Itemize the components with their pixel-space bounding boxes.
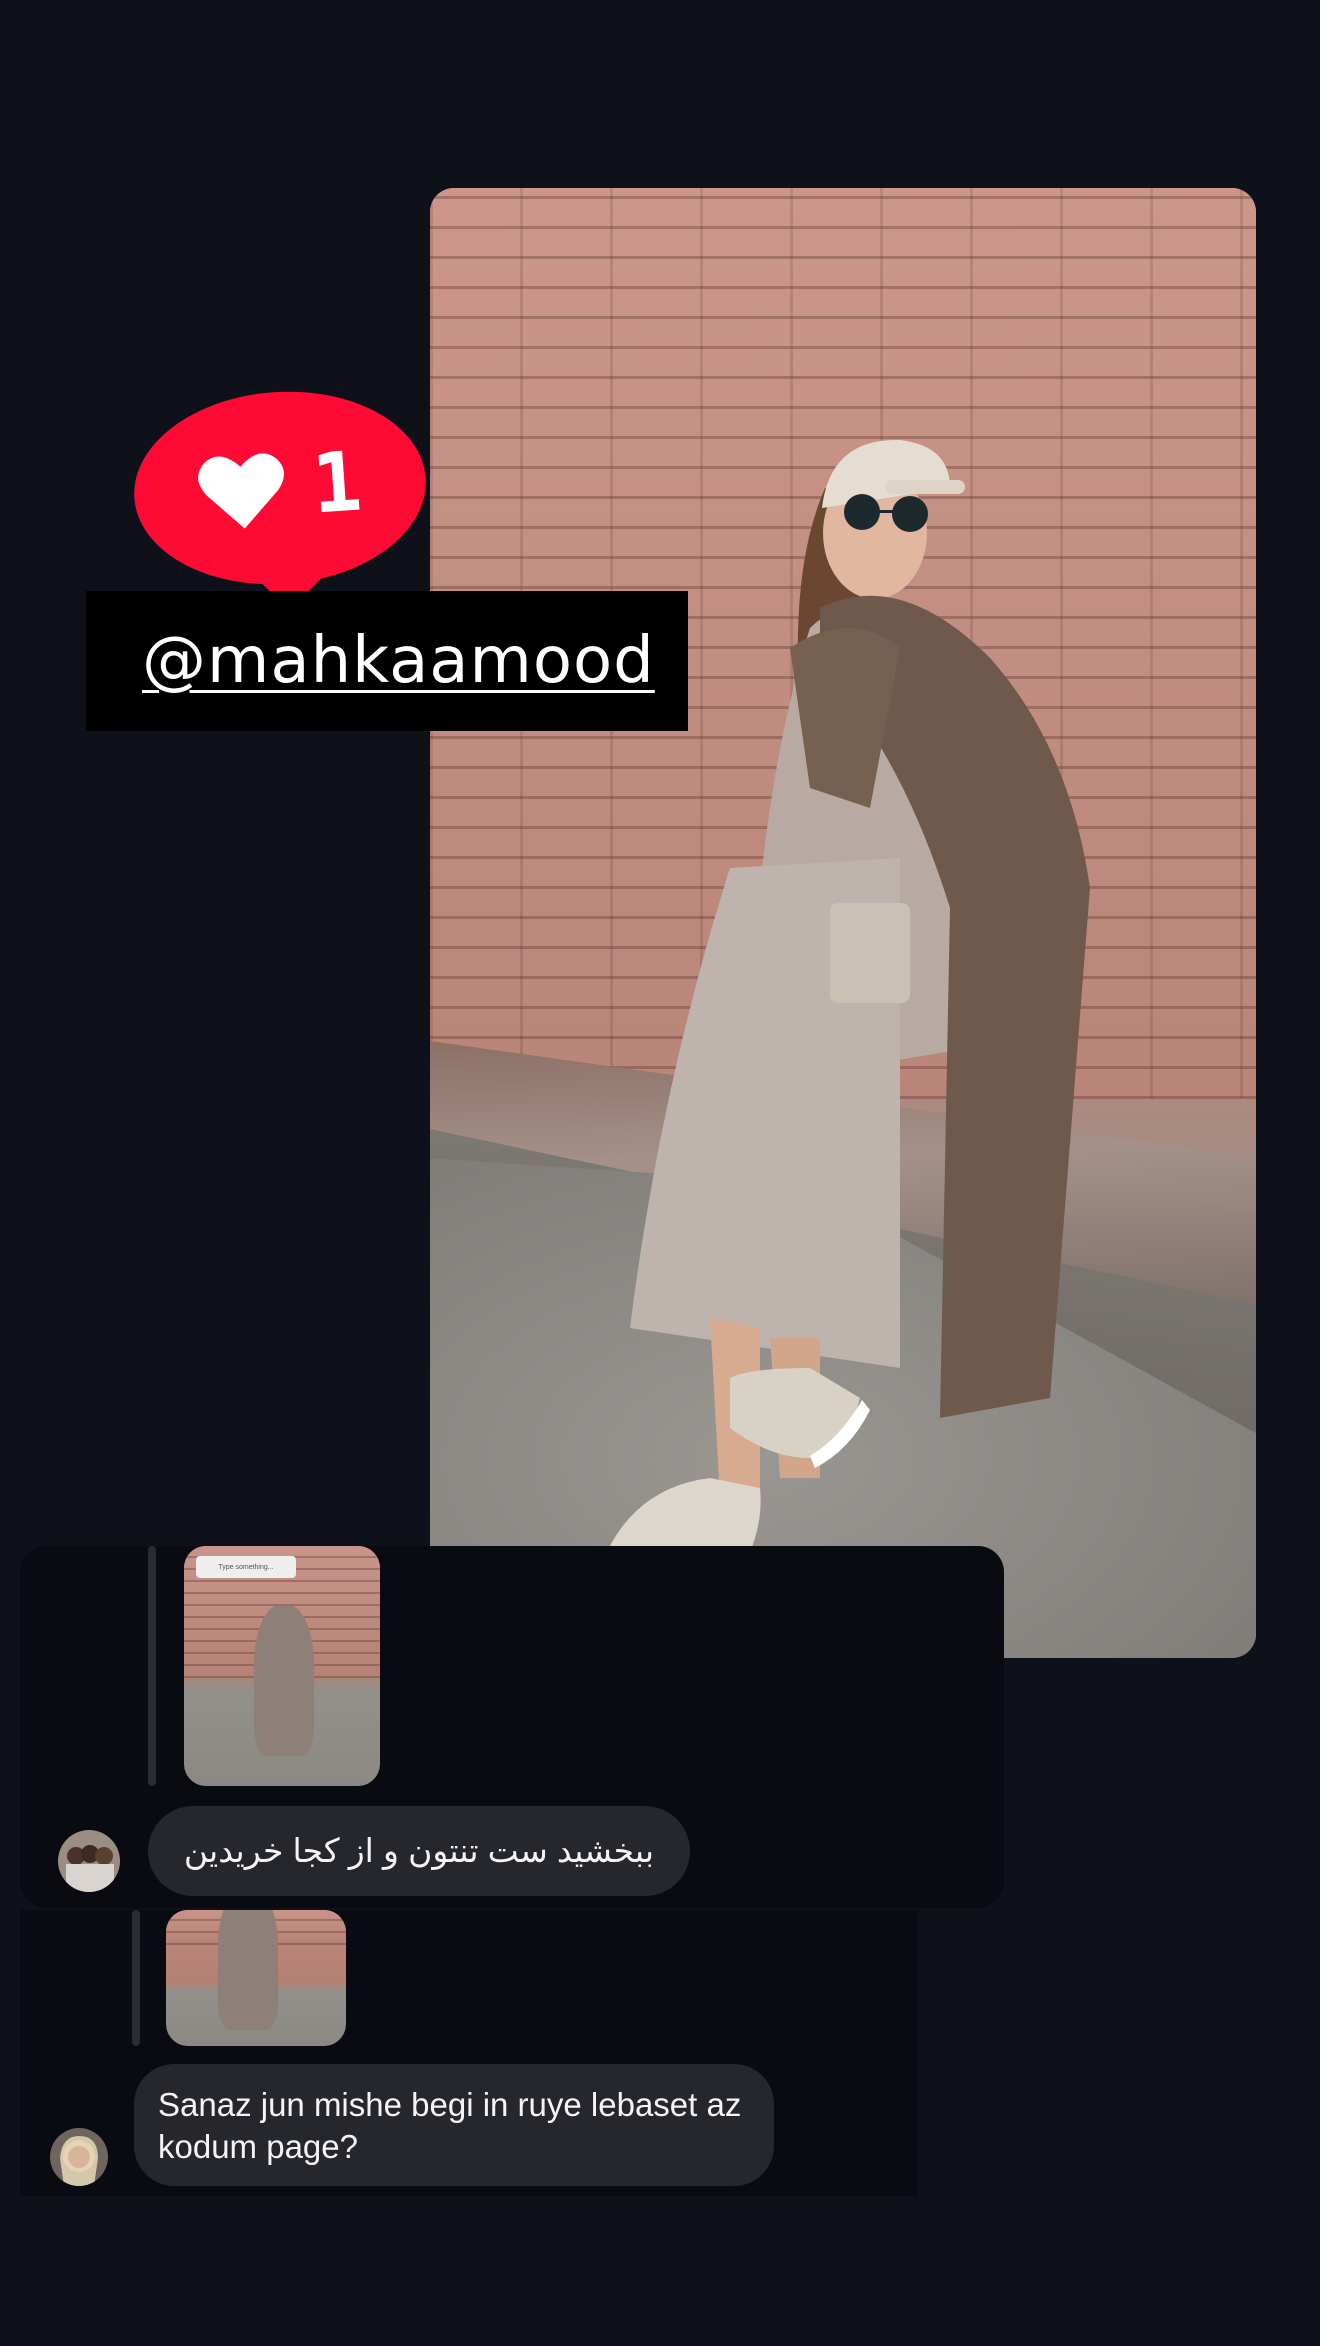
like-count: 1 bbox=[308, 434, 365, 533]
message-text: ببخشید ست تنتون و از کجا خریدین bbox=[183, 1832, 655, 1869]
avatar-group-photo-icon bbox=[58, 1830, 120, 1892]
story-reply-thumbnail[interactable]: Type something... bbox=[184, 1546, 380, 1786]
message-bubble[interactable]: Sanaz jun mishe begi in ruye lebaset az … bbox=[134, 2064, 774, 2186]
reply-indicator-bar bbox=[132, 1910, 140, 2046]
thumbnail-figure bbox=[254, 1606, 314, 1756]
thumbnail-input-label: Type something... bbox=[196, 1556, 296, 1578]
thumbnail-figure bbox=[218, 1910, 278, 2030]
dm-message-panel: Sanaz jun mishe begi in ruye lebaset az … bbox=[20, 1910, 918, 2196]
mention-tag[interactable]: @mahkaamood bbox=[86, 591, 688, 731]
avatar[interactable] bbox=[50, 2128, 108, 2186]
avatar-profile-photo-icon bbox=[50, 2128, 108, 2186]
dm-message-panel: Type something... ببخشید ست تنتون و از ک… bbox=[20, 1546, 1004, 1908]
story-reply-thumbnail[interactable] bbox=[166, 1910, 346, 2046]
reply-indicator-bar bbox=[148, 1546, 156, 1786]
heart-icon bbox=[198, 453, 285, 529]
story-photo bbox=[430, 188, 1256, 1658]
message-bubble[interactable]: ببخشید ست تنتون و از کجا خریدین bbox=[148, 1806, 690, 1896]
message-text: Sanaz jun mishe begi in ruye lebaset az … bbox=[158, 2086, 742, 2165]
avatar[interactable] bbox=[58, 1830, 120, 1892]
like-sticker[interactable]: 1 bbox=[127, 382, 433, 594]
mention-handle-link[interactable]: @mahkaamood bbox=[142, 624, 655, 698]
woman-figure bbox=[600, 439, 1090, 1609]
